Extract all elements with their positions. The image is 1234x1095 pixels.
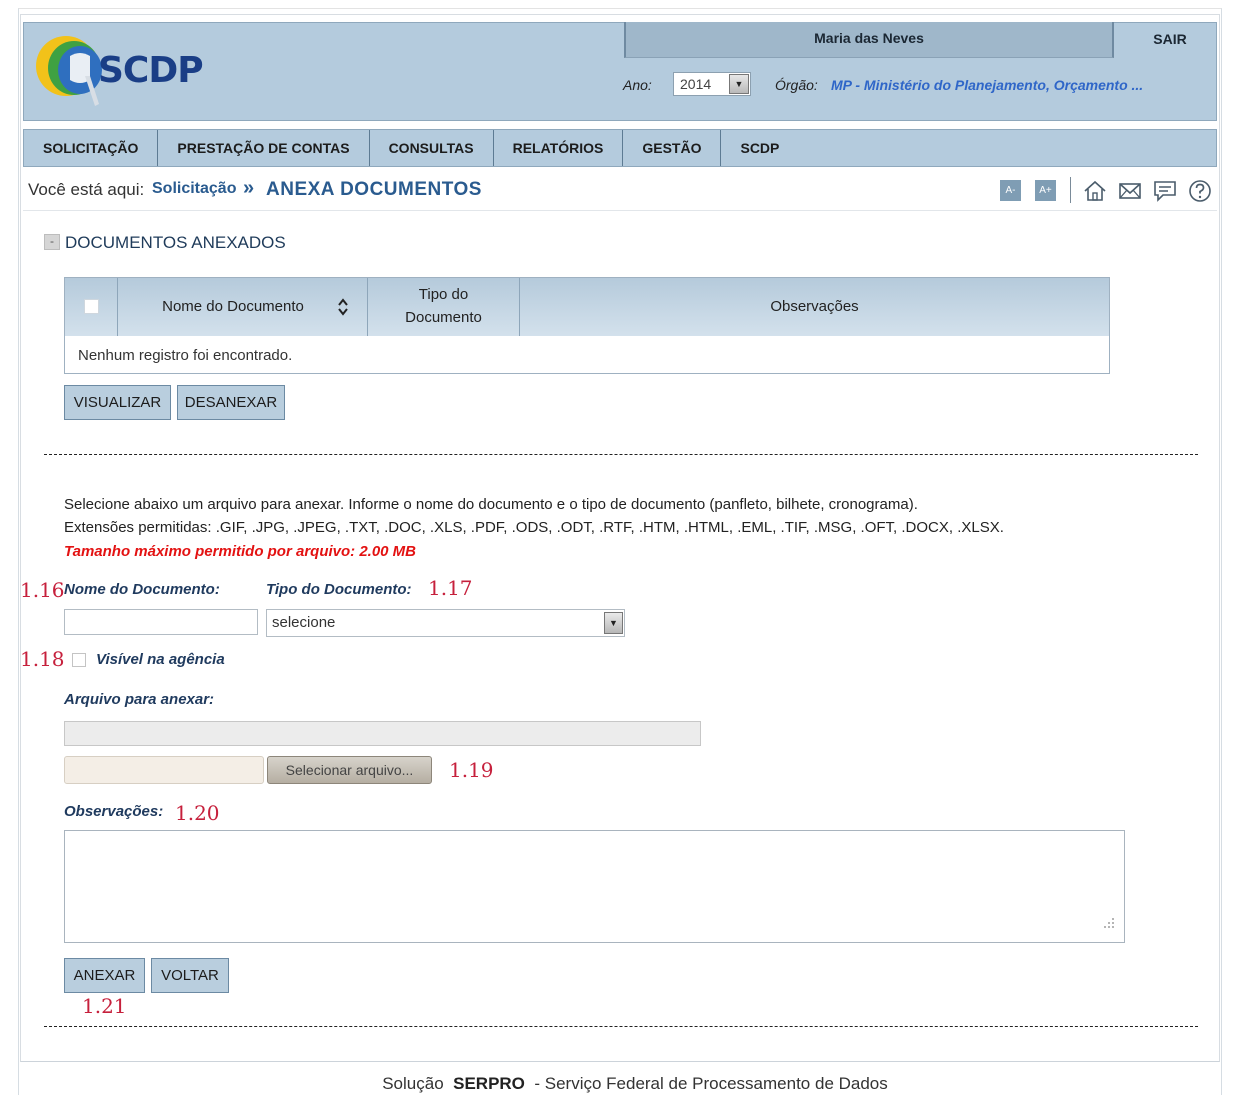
resize-grip-icon[interactable] bbox=[1100, 916, 1116, 932]
column-header-document-type-line2: Documento bbox=[405, 309, 482, 326]
select-all-checkbox[interactable] bbox=[84, 299, 99, 314]
chevron-down-icon[interactable]: ▼ bbox=[604, 612, 623, 634]
document-name-input[interactable] bbox=[64, 609, 258, 635]
menu-item-solicitacao[interactable]: SOLICITAÇÃO bbox=[24, 130, 159, 166]
table-empty-message: Nenhum registro foi encontrado. bbox=[78, 347, 293, 364]
column-header-observations: Observações bbox=[770, 298, 859, 315]
logout-button[interactable]: SAIR bbox=[1140, 31, 1200, 47]
menu-item-prestacao-de-contas[interactable]: PRESTAÇÃO DE CONTAS bbox=[158, 130, 370, 166]
font-decrease-button[interactable]: A- bbox=[1000, 180, 1021, 201]
footer-prefix: Solução bbox=[382, 1074, 444, 1093]
annotation-label: 1.21 bbox=[82, 994, 127, 1018]
document-name-label: Nome do Documento: bbox=[64, 581, 220, 598]
footer-suffix: - Serviço Federal de Processamento de Da… bbox=[534, 1074, 888, 1093]
selected-file-field bbox=[64, 756, 264, 784]
breadcrumb-divider bbox=[23, 210, 1217, 211]
mail-icon[interactable] bbox=[1117, 178, 1143, 204]
annotation-label: 1.20 bbox=[175, 801, 220, 825]
file-label: Arquivo para anexar: bbox=[64, 691, 215, 708]
max-size-warning: Tamanho máximo permitido por arquivo: 2.… bbox=[64, 543, 417, 560]
section-divider bbox=[44, 1026, 1198, 1027]
section-divider bbox=[44, 454, 1198, 455]
annotation-label: 1.16 bbox=[20, 578, 65, 602]
org-label: Órgão: bbox=[775, 77, 818, 93]
observations-label: Observações: bbox=[64, 803, 164, 820]
annotation-label: 1.17 bbox=[428, 576, 473, 600]
menu-item-gestao[interactable]: GESTÃO bbox=[623, 130, 722, 166]
view-button[interactable]: VISUALIZAR bbox=[64, 385, 171, 420]
visible-in-agency-label: Visível na agência bbox=[96, 651, 225, 668]
visible-in-agency-checkbox[interactable] bbox=[72, 653, 86, 667]
chat-icon[interactable] bbox=[1152, 178, 1178, 204]
chevron-down-icon[interactable]: ▼ bbox=[729, 74, 749, 94]
breadcrumb-link-solicitacao[interactable]: Solicitação bbox=[152, 180, 236, 198]
sort-icon[interactable] bbox=[336, 297, 350, 317]
breadcrumb-separator: » bbox=[243, 177, 255, 199]
logo-text: SCDP bbox=[98, 50, 204, 91]
user-name: Maria das Neves bbox=[814, 30, 924, 46]
document-type-label: Tipo do Documento: bbox=[266, 581, 412, 598]
select-file-button[interactable]: Selecionar arquivo... bbox=[267, 756, 432, 784]
menu-item-consultas[interactable]: CONSULTAS bbox=[370, 130, 494, 166]
year-label: Ano: bbox=[623, 77, 652, 93]
footer: Solução SERPRO - Serviço Federal de Proc… bbox=[0, 1074, 1234, 1094]
home-icon[interactable] bbox=[1082, 178, 1108, 204]
main-menu: SOLICITAÇÃO PRESTAÇÃO DE CONTAS CONSULTA… bbox=[23, 129, 1217, 167]
attach-button[interactable]: ANEXAR bbox=[64, 958, 145, 993]
instruction-text: Selecione abaixo um arquivo para anexar.… bbox=[64, 496, 918, 513]
allowed-extensions-text: Extensões permitidas: .GIF, .JPG, .JPEG,… bbox=[64, 519, 1004, 536]
breadcrumb-prefix: Você está aqui: bbox=[28, 180, 145, 199]
font-increase-button[interactable]: A+ bbox=[1035, 180, 1056, 201]
menu-item-relatorios[interactable]: RELATÓRIOS bbox=[494, 130, 624, 166]
detach-button[interactable]: DESANEXAR bbox=[177, 385, 285, 420]
column-header-document-name[interactable]: Nome do Documento bbox=[118, 298, 348, 315]
toolbar-divider bbox=[1070, 177, 1071, 203]
collapse-toggle[interactable]: - bbox=[44, 234, 60, 250]
observations-textarea[interactable] bbox=[64, 830, 1125, 943]
footer-brand: SERPRO bbox=[453, 1074, 525, 1093]
section-title: DOCUMENTOS ANEXADOS bbox=[65, 233, 286, 252]
column-header-document-type-line1: Tipo do bbox=[418, 286, 469, 303]
annotation-label: 1.19 bbox=[449, 758, 494, 782]
org-value[interactable]: MP - Ministério do Planejamento, Orçamen… bbox=[831, 77, 1143, 93]
page-title: ANEXA DOCUMENTOS bbox=[266, 179, 482, 200]
file-path-field bbox=[64, 721, 701, 746]
help-icon[interactable] bbox=[1187, 178, 1213, 204]
menu-item-scdp[interactable]: SCDP bbox=[721, 130, 798, 166]
document-type-select[interactable]: selecione bbox=[266, 609, 625, 637]
back-button[interactable]: VOLTAR bbox=[151, 958, 229, 993]
annotation-label: 1.18 bbox=[20, 647, 65, 671]
